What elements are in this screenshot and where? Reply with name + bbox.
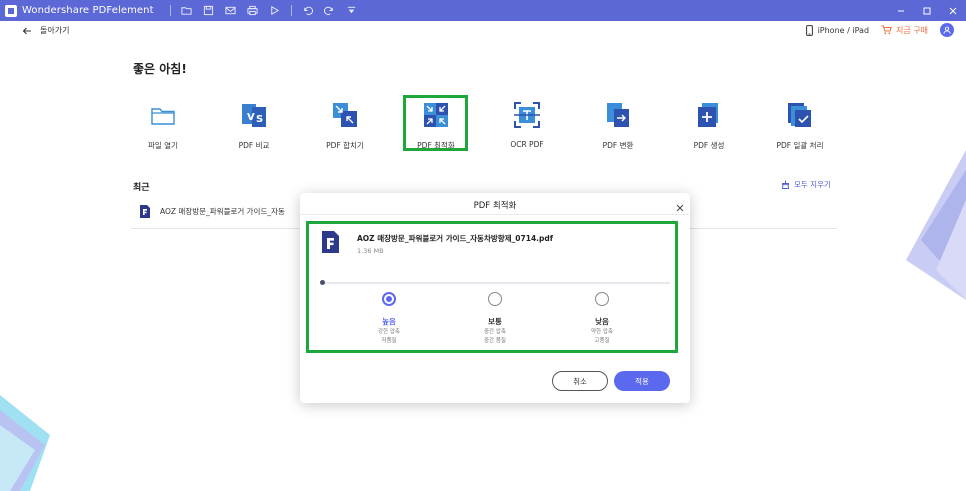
- tool-label: PDF 비교: [238, 141, 270, 150]
- window-controls: [888, 0, 966, 21]
- tool-convert-pdf[interactable]: PDF 변환: [578, 100, 658, 151]
- toolbar-divider: [290, 5, 292, 16]
- broom-icon: [781, 180, 790, 189]
- maximize-icon[interactable]: [914, 0, 940, 21]
- tool-label: OCR PDF: [510, 140, 544, 149]
- device-label: iPhone / iPad: [817, 25, 870, 35]
- phone-icon: [805, 24, 813, 36]
- toolbar-divider: [169, 5, 171, 16]
- app-logo-icon: [5, 4, 17, 17]
- buy-now-link[interactable]: 지금 구매: [881, 25, 928, 36]
- optimize-dialog: PDF 최적화 AOZ 매장방문_파워블로거 가이드_자동차방향제_0714.p…: [300, 193, 690, 403]
- arrow-left-icon: [22, 27, 31, 34]
- play-icon[interactable]: [265, 3, 285, 19]
- cancel-button[interactable]: 취소: [552, 371, 608, 391]
- customize-dropdown-icon[interactable]: [342, 3, 362, 19]
- app-title: Wondershare PDFelement: [22, 5, 154, 16]
- folder-icon: [148, 100, 178, 130]
- tool-label: PDF 생성: [693, 141, 725, 150]
- ocr-icon: [512, 100, 542, 130]
- minimize-icon[interactable]: [888, 0, 914, 21]
- dialog-header-divider: [300, 214, 690, 215]
- tool-label: PDF 합치기: [326, 141, 364, 150]
- tool-batch-pdf[interactable]: PDF 일괄 처리: [760, 100, 840, 151]
- back-label: 돌아가기: [40, 26, 70, 35]
- decorative-shapes-left: [0, 395, 50, 491]
- pdf-file-icon: [140, 205, 150, 218]
- buy-label: 지금 구매: [896, 25, 928, 35]
- open-folder-icon[interactable]: [177, 3, 197, 19]
- back-button[interactable]: 돌아가기: [22, 25, 69, 36]
- batch-icon: [785, 100, 815, 130]
- convert-icon: [603, 100, 633, 130]
- print-icon[interactable]: [243, 3, 263, 19]
- apply-button[interactable]: 적용: [614, 371, 670, 391]
- quick-toolbar: [166, 3, 362, 19]
- optimize-tool-highlight: [403, 95, 468, 151]
- tool-open-file[interactable]: 파일 열기: [123, 100, 203, 151]
- svg-text:V: V: [247, 112, 255, 123]
- recent-file-item[interactable]: AOZ 매장방문_파워블로거 가이드_자동: [140, 205, 285, 218]
- recent-section-title: 최근: [133, 183, 150, 193]
- clear-all-button[interactable]: 모두 지우기: [781, 179, 831, 190]
- tool-label: 파일 열기: [148, 141, 178, 150]
- tool-merge-pdf[interactable]: PDF 합치기: [305, 100, 385, 151]
- merge-icon: [330, 100, 360, 130]
- title-bar: Wondershare PDFelement: [0, 0, 966, 21]
- tool-label: PDF 변환: [602, 141, 634, 150]
- tool-label: PDF 일괄 처리: [776, 141, 824, 150]
- clear-all-label: 모두 지우기: [794, 180, 831, 189]
- compare-icon: VS: [239, 100, 269, 130]
- cart-icon: [881, 25, 892, 35]
- recent-file-name: AOZ 매장방문_파워블로거 가이드_자동: [160, 207, 285, 216]
- mail-icon[interactable]: [221, 3, 241, 19]
- decorative-shapes-right: [906, 150, 966, 300]
- dialog-content-highlight: [306, 221, 678, 353]
- svg-text:S: S: [256, 114, 263, 125]
- device-link[interactable]: iPhone / iPad: [805, 24, 870, 36]
- close-icon[interactable]: [675, 198, 685, 212]
- dialog-title: PDF 최적화: [473, 201, 517, 211]
- save-icon[interactable]: [199, 3, 219, 19]
- tool-create-pdf[interactable]: PDF 생성: [669, 100, 749, 151]
- close-window-icon[interactable]: [940, 0, 966, 21]
- create-icon: [694, 100, 724, 130]
- user-icon: [943, 26, 951, 34]
- undo-icon[interactable]: [298, 3, 318, 19]
- user-avatar[interactable]: [940, 23, 954, 37]
- greeting-title: 좋은 아침!: [133, 62, 187, 76]
- redo-icon[interactable]: [320, 3, 340, 19]
- tool-compare-pdf[interactable]: VS PDF 비교: [214, 100, 294, 151]
- top-right-actions: iPhone / iPad 지금 구매: [805, 23, 954, 37]
- tool-ocr-pdf[interactable]: OCR PDF: [487, 100, 567, 149]
